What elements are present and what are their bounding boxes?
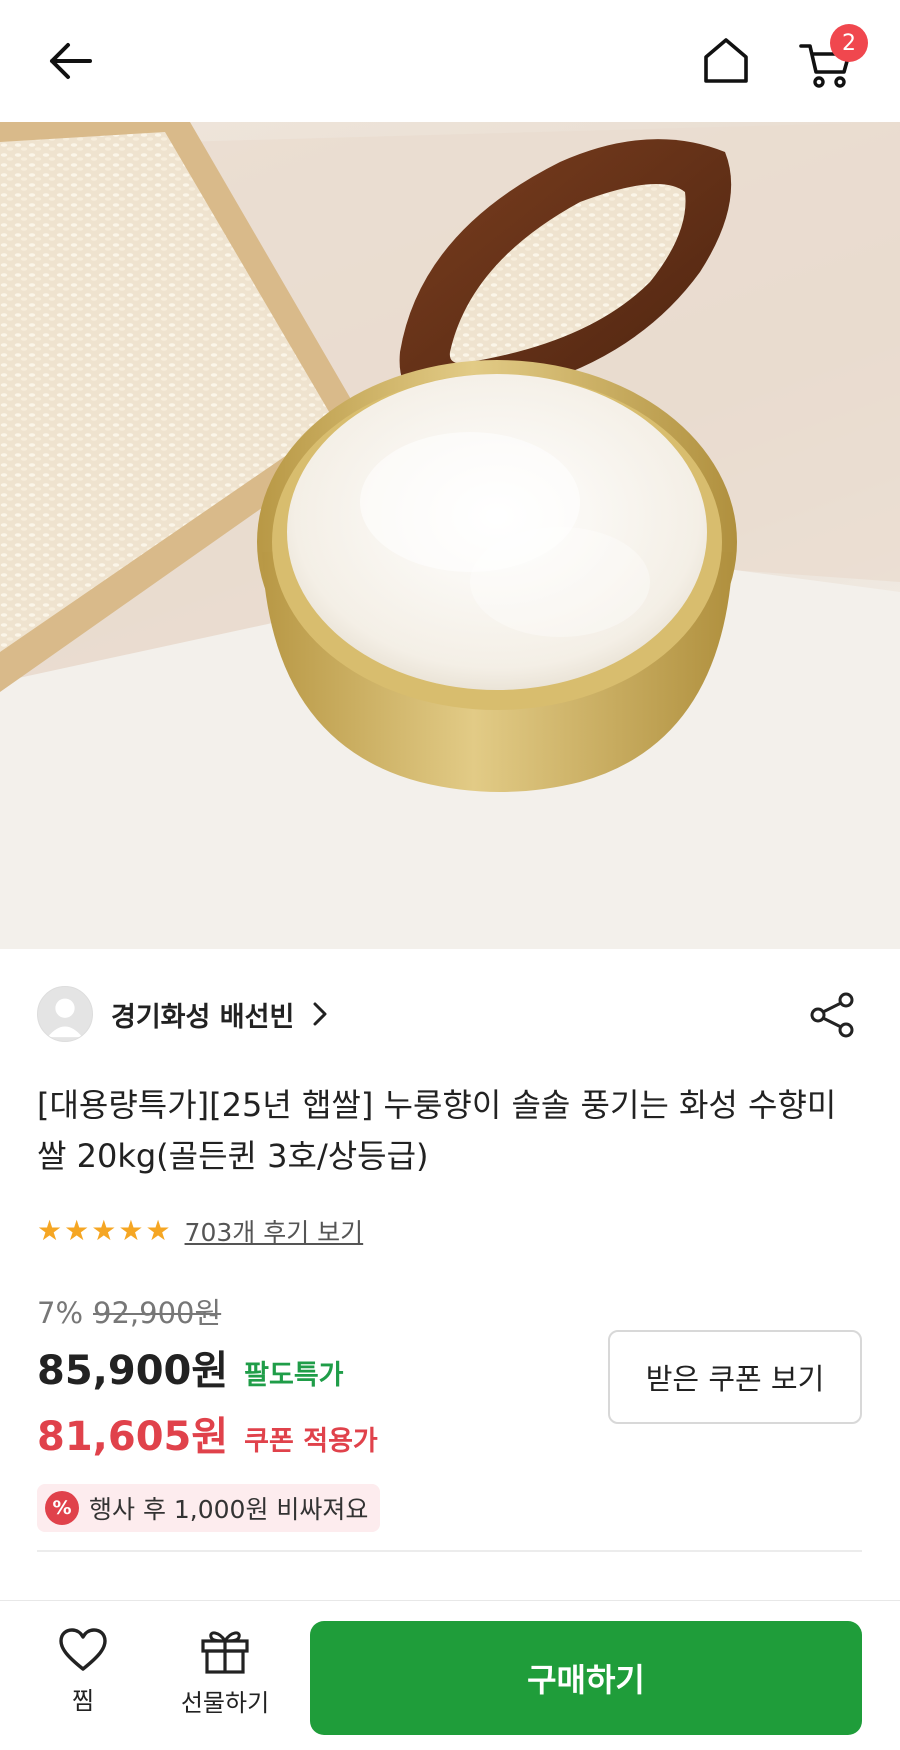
star-icon: ★ xyxy=(91,1214,117,1247)
gift-button[interactable]: 선물하기 xyxy=(170,1627,280,1718)
divider xyxy=(37,1550,862,1552)
home-button[interactable] xyxy=(696,30,756,90)
original-price-row: 7% 92,900원 xyxy=(37,1290,221,1332)
original-price: 92,900원 xyxy=(93,1296,222,1330)
cart-button[interactable]: 2 xyxy=(798,24,868,90)
arrow-left-icon xyxy=(50,43,92,79)
wishlist-label: 찜 xyxy=(71,1687,95,1715)
coupon-price: 81,605원 xyxy=(37,1414,229,1460)
coupon-label: 쿠폰 적용가 xyxy=(244,1426,378,1457)
home-icon xyxy=(704,38,748,83)
back-button[interactable] xyxy=(40,36,100,86)
product-image[interactable] xyxy=(0,122,900,949)
chevron-right-icon xyxy=(313,1002,327,1026)
product-title: [대용량특가][25년 햅쌀] 누룽향이 솔솔 풍기는 화성 수향미 쌀 20k… xyxy=(37,1086,837,1175)
rating-row: ★ ★ ★ ★ ★ 703개 후기 보기 xyxy=(37,1214,363,1248)
seller-avatar xyxy=(37,986,93,1042)
seller-name: 경기화성 배선빈 xyxy=(111,1001,295,1033)
share-icon xyxy=(810,992,854,1038)
view-coupons-button[interactable]: 받은 쿠폰 보기 xyxy=(608,1330,862,1424)
gift-label: 선물하기 xyxy=(180,1689,270,1717)
cart-count-badge: 2 xyxy=(830,24,868,62)
star-icon: ★ xyxy=(145,1214,171,1247)
star-icon: ★ xyxy=(118,1214,144,1247)
price-notice-badge: % 행사 후 1,000원 비싸져요 xyxy=(37,1484,381,1532)
star-icon: ★ xyxy=(64,1214,90,1247)
sale-label: 팔도특가 xyxy=(244,1360,344,1391)
buy-button[interactable]: 구매하기 xyxy=(310,1621,862,1735)
percent-icon: % xyxy=(45,1491,79,1525)
star-rating: ★ ★ ★ ★ ★ xyxy=(37,1217,171,1245)
heart-icon xyxy=(59,1628,107,1671)
bottom-action-bar: 찜 선물하기 구매하기 xyxy=(0,1600,900,1750)
wishlist-button[interactable]: 찜 xyxy=(28,1627,138,1716)
star-icon: ★ xyxy=(37,1214,63,1247)
seller-link[interactable]: 경기화성 배선빈 xyxy=(37,984,328,1044)
review-link[interactable]: 703개 후기 보기 xyxy=(185,1213,364,1249)
coupon-price-row: 81,605원 쿠폰 적용가 xyxy=(37,1404,378,1462)
user-avatar-icon xyxy=(47,998,83,1038)
gift-icon xyxy=(201,1631,249,1674)
share-button[interactable] xyxy=(806,988,860,1042)
sale-price-row: 85,900원 팔도특가 xyxy=(37,1338,344,1396)
sale-price: 85,900원 xyxy=(37,1348,229,1394)
discount-rate: 7% xyxy=(37,1296,84,1330)
top-header: 2 xyxy=(0,0,900,122)
price-notice-text: 행사 후 1,000원 비싸져요 xyxy=(89,1495,369,1524)
rice-bowl-illustration xyxy=(0,122,900,949)
